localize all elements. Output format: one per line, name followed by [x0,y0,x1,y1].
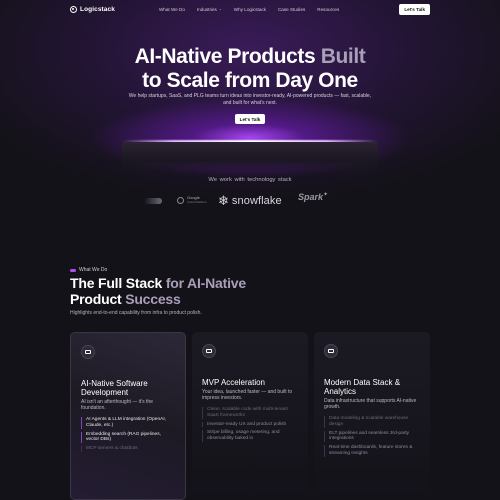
tech-stack-title-part: We work with [208,177,245,183]
section-title-part: The Full Stack [70,275,166,291]
card-title: MVP Acceleration [202,378,265,387]
card-feature-item: Stripe billing, usage metering, and obse… [202,430,298,442]
card-description: Data infrastructure that supports AI-nat… [324,398,417,410]
card-feature-item: MCP servers & chatbots [81,446,175,452]
card-feature-item: Investor-ready UX and product polish [202,421,298,428]
layers-icon [324,344,338,358]
brand-logo[interactable]: Logicstack [70,5,115,13]
service-card-ai-native[interactable]: AI-Native Software Development AI isn't … [70,332,186,500]
nav-item-case-studies[interactable]: Case Studies [278,7,305,12]
section-title-muted: for AI-Native [165,275,246,291]
nav-item-why-logicstack[interactable]: Why Logicstack [234,7,266,12]
google-cloud-logo: Google Cloud Platform [177,196,207,204]
nav-menu: What We Do Industries ⌄ Why Logicstack Ca… [159,7,339,12]
nav-item-resources[interactable]: Resources [317,7,339,12]
spark-logo-name: Spark [298,192,324,202]
spark-star-icon: ✦ [323,191,329,198]
hero-lets-talk-button[interactable]: Let's Talk [235,114,265,124]
nav-item-label: Case Studies [277,6,306,12]
section-title-muted: Success [125,291,181,307]
service-card-data-stack[interactable]: Modern Data Stack & Analytics Data infra… [314,332,430,500]
tech-stack-title-part: technology stack [247,177,292,183]
snowflake-logo-name: snowflake [231,194,282,207]
snowflake-logo: ❄ snowflake [218,194,282,207]
nav-item-label: Resources [317,6,340,12]
card-feature-item: ELT pipelines and seamless 3rd-party int… [324,430,420,443]
chevron-down-icon: ⌄ [218,7,222,11]
google-cloud-icon [177,196,184,204]
card-feature-item: AI Agents & LLM integration (OpenAI, Cla… [81,417,175,429]
logo-text: Logicstack [80,5,115,13]
card-title: AI-Native Software Development [81,379,148,397]
top-nav: Logicstack What We Do Industries ⌄ Why Lo… [0,0,500,18]
tech-logos-strip: Google Cloud Platform ❄ snowflake Spark … [0,192,500,212]
google-logo-sub: Cloud Platform [187,200,207,204]
card-feature-list: Clean, scalable code with multi-tenant S… [202,407,298,442]
card-title: Modern Data Stack & Analytics [324,378,401,396]
card-feature-item: Data modeling & scalable warehouse desig… [324,416,420,428]
logo-icon [70,5,77,13]
card-feature-list: AI Agents & LLM integration (OpenAI, Cla… [81,417,175,452]
tag-dot-icon [70,268,76,272]
card-feature-item: Embedding search (RAG pipelines, vector … [81,431,175,444]
service-card-mvp[interactable]: MVP Acceleration Your idea, launched fas… [192,332,308,500]
layers-icon [81,345,95,359]
card-description: AI isn't an afterthought — it's the foun… [81,399,153,411]
section-tag-label: What We Do [79,267,108,273]
hero-title: AI-Native Products Built to Scale from D… [0,45,500,93]
section-subtitle: Highlights end-to-end capability from in… [70,310,202,316]
nav-item-label: Industries [196,6,217,12]
snowflake-icon: ❄ [218,193,229,208]
spark-logo: Spark ✦ [298,191,329,203]
nav-item-label: What We Do [158,6,185,12]
nav-lets-talk-button[interactable]: Let's Talk [399,3,430,15]
section-title-part: Product [70,291,126,307]
faded-logo [144,198,162,204]
card-feature-item: Clean, scalable code with multi-tenant S… [202,407,298,419]
tech-stack-title: We work with technology stack [0,177,500,183]
page: Logicstack What We Do Industries ⌄ Why Lo… [0,0,500,500]
hero-title-line2: to Scale from Day One [142,69,358,92]
nav-item-label: Why Logicstack [233,6,266,12]
hero-title-muted: Built [320,45,366,68]
card-description: Your idea, launched faster — and built t… [202,389,293,401]
nav-item-what-we-do[interactable]: What We Do [159,7,185,12]
section-title: The Full Stack for AI-Native Product Suc… [70,275,330,307]
card-feature-list: Data modeling & scalable warehouse desig… [324,416,420,457]
layers-icon [202,344,216,358]
hero-subtitle: We help startups, SaaS, and PLG teams tu… [128,93,372,106]
nav-item-industries[interactable]: Industries ⌄ [197,7,222,12]
hero-platform [122,142,378,172]
section-tag: What We Do [70,267,107,273]
hero-title-part: AI-Native Products [134,45,321,68]
card-feature-item: Real-time dashboards, feature stores & s… [324,445,420,457]
